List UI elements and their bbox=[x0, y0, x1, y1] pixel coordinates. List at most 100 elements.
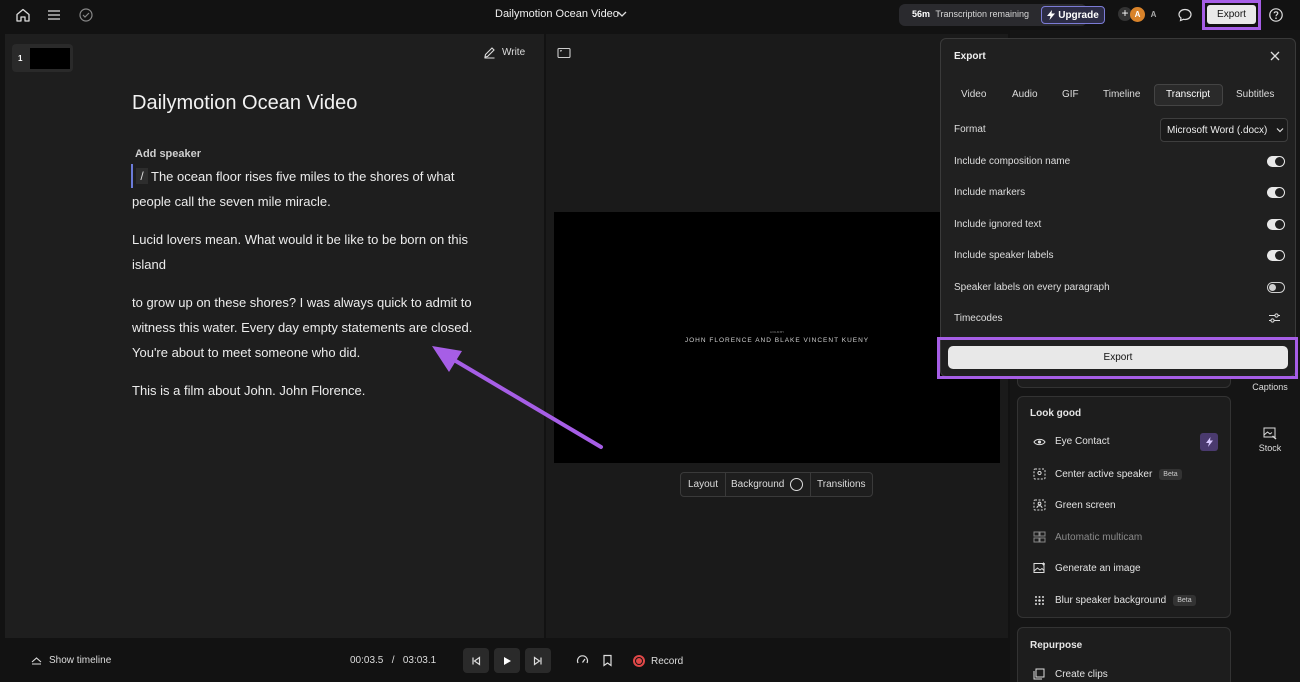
bolt-icon bbox=[1047, 10, 1056, 20]
premium-bolt-button[interactable] bbox=[1200, 433, 1218, 451]
chevron-down-icon[interactable] bbox=[617, 10, 627, 18]
feature-eye-contact[interactable]: Eye Contact bbox=[1033, 436, 1109, 447]
document-title[interactable]: Dailymotion Ocean Video bbox=[495, 8, 619, 20]
timecodes-label: Timecodes bbox=[954, 313, 1003, 324]
background-color-swatch[interactable] bbox=[790, 478, 803, 491]
write-button[interactable]: Write bbox=[483, 46, 525, 59]
pencil-icon bbox=[483, 46, 496, 59]
editor-title[interactable]: Dailymotion Ocean Video bbox=[132, 92, 357, 115]
speed-icon[interactable] bbox=[576, 654, 589, 667]
transcript-paragraph[interactable]: to grow up on these shores? I was always… bbox=[132, 290, 492, 365]
transitions-button[interactable]: Transitions bbox=[817, 479, 866, 490]
stock-icon bbox=[1248, 427, 1292, 443]
feature-generate-image[interactable]: Generate an image bbox=[1033, 562, 1141, 574]
aspect-ratio-icon[interactable] bbox=[557, 47, 571, 59]
transcript-paragraph[interactable]: This is a film about John. John Florence… bbox=[132, 378, 492, 403]
tab-video[interactable]: Video bbox=[961, 89, 986, 100]
export-button-top[interactable]: Export bbox=[1207, 5, 1256, 24]
upgrade-button[interactable]: Upgrade bbox=[1041, 6, 1105, 24]
tab-transcript[interactable]: Transcript bbox=[1166, 89, 1210, 100]
transcription-label: Transcription remaining bbox=[935, 9, 1030, 19]
feature-label: Green screen bbox=[1055, 499, 1116, 511]
captions-label: Captions bbox=[1252, 382, 1288, 392]
current-time: 00:03.5 bbox=[350, 655, 384, 666]
bolt-icon bbox=[1205, 437, 1213, 447]
avatar[interactable]: A bbox=[1130, 7, 1145, 22]
option-include-composition-name-label: Include composition name bbox=[954, 156, 1071, 167]
include-composition-name-toggle[interactable] bbox=[1267, 156, 1285, 167]
total-time: 03:03.1 bbox=[402, 655, 437, 666]
menu-icon[interactable] bbox=[46, 7, 62, 23]
include-speaker-labels-toggle[interactable] bbox=[1267, 250, 1285, 261]
show-timeline-label: Show timeline bbox=[49, 655, 112, 666]
feature-automatic-multicam[interactable]: Automatic multicam bbox=[1033, 531, 1142, 543]
feature-label: Center active speaker bbox=[1055, 468, 1153, 480]
scene-thumbnail[interactable] bbox=[30, 48, 70, 69]
speaker-icon bbox=[1033, 468, 1046, 480]
show-timeline-button[interactable]: Show timeline bbox=[31, 655, 111, 666]
export-button[interactable]: Export bbox=[948, 346, 1288, 369]
feature-label: Blur speaker background bbox=[1055, 594, 1167, 606]
option-include-ignored-text-label: Include ignored text bbox=[954, 219, 1042, 230]
tab-audio[interactable]: Audio bbox=[1012, 89, 1038, 100]
transcript-paragraph[interactable]: The ocean floor rises five miles to the … bbox=[132, 164, 492, 214]
check-circle-icon[interactable] bbox=[78, 7, 94, 23]
divider bbox=[810, 473, 811, 496]
speaker-labels-every-paragraph-toggle[interactable] bbox=[1267, 282, 1285, 293]
tab-gif[interactable]: GIF bbox=[1062, 89, 1079, 100]
layout-button[interactable]: Layout bbox=[688, 479, 718, 490]
blur-icon bbox=[1033, 594, 1046, 606]
feature-center-active-speaker[interactable]: Center active speaker Beta bbox=[1033, 468, 1182, 480]
timeline-icon bbox=[31, 656, 42, 665]
repurpose-title: Repurpose bbox=[1030, 640, 1083, 651]
time-separator: / bbox=[391, 655, 395, 666]
beta-badge: Beta bbox=[1159, 468, 1182, 480]
play-button[interactable] bbox=[494, 648, 520, 673]
skip-back-button[interactable] bbox=[463, 648, 489, 673]
sliders-icon[interactable] bbox=[1268, 312, 1281, 324]
eye-icon bbox=[1033, 437, 1046, 447]
option-include-speaker-labels-label: Include speaker labels bbox=[954, 250, 1054, 261]
top-bar bbox=[0, 0, 1300, 30]
background-button[interactable]: Background bbox=[731, 479, 784, 490]
green-screen-icon bbox=[1033, 499, 1046, 511]
tab-timeline[interactable]: Timeline bbox=[1103, 89, 1140, 100]
bookmark-icon[interactable] bbox=[602, 654, 613, 667]
clips-icon bbox=[1033, 668, 1046, 680]
option-include-markers-label: Include markers bbox=[954, 187, 1026, 198]
scene-number: 1 bbox=[18, 54, 23, 63]
stock-tool[interactable]: Stock bbox=[1248, 427, 1292, 453]
include-ignored-text-toggle[interactable] bbox=[1267, 219, 1285, 230]
feature-blur-speaker-background[interactable]: Blur speaker background Beta bbox=[1033, 594, 1196, 606]
write-label: Write bbox=[502, 47, 526, 58]
stock-label: Stock bbox=[1258, 443, 1282, 453]
help-icon[interactable] bbox=[1268, 7, 1284, 23]
close-icon[interactable] bbox=[1269, 50, 1281, 62]
record-icon bbox=[633, 655, 645, 667]
tab-subtitles[interactable]: Subtitles bbox=[1236, 89, 1274, 100]
image-gen-icon bbox=[1033, 562, 1046, 574]
comment-icon[interactable] bbox=[1177, 7, 1193, 23]
video-small-text: A FILM BY bbox=[769, 330, 785, 334]
option-speaker-labels-every-paragraph-label: Speaker labels on every paragraph bbox=[954, 282, 1110, 293]
avatar-secondary[interactable]: A bbox=[1146, 7, 1161, 22]
format-select[interactable]: Microsoft Word (.docx) bbox=[1160, 118, 1288, 142]
divider bbox=[725, 473, 726, 496]
transcript-paragraph[interactable]: Lucid lovers mean. What would it be like… bbox=[132, 227, 492, 277]
include-markers-toggle[interactable] bbox=[1267, 187, 1285, 198]
feature-label: Generate an image bbox=[1055, 562, 1141, 574]
feature-create-clips[interactable]: Create clips bbox=[1033, 668, 1108, 680]
feature-green-screen[interactable]: Green screen bbox=[1033, 499, 1116, 511]
skip-forward-icon bbox=[533, 655, 543, 666]
timecode: 00:03.5 / 03:03.1 bbox=[350, 655, 436, 666]
record-button[interactable]: Record bbox=[633, 655, 683, 667]
feature-label: Eye Contact bbox=[1055, 436, 1110, 447]
skip-forward-button[interactable] bbox=[525, 648, 551, 673]
transcription-remaining: 56m Transcription remaining bbox=[912, 9, 1029, 19]
add-speaker-button[interactable]: Add speaker bbox=[135, 148, 201, 160]
look-good-title: Look good bbox=[1030, 408, 1082, 419]
video-caption: JOHN FLORENCE AND BLAKE VINCENT KUENY bbox=[684, 337, 870, 344]
chevron-down-icon[interactable] bbox=[1276, 127, 1284, 133]
feature-label: Automatic multicam bbox=[1055, 531, 1143, 543]
home-icon[interactable] bbox=[15, 7, 31, 23]
